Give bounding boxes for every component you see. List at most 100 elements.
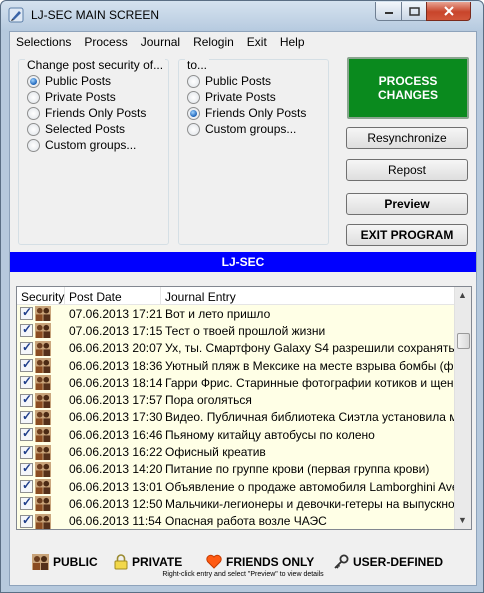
resynchronize-button[interactable]: Resynchronize	[346, 127, 468, 149]
heart-icon	[206, 554, 222, 569]
list-rows: 07.06.2013 17:21Вот и лето пришло07.06.2…	[17, 305, 455, 529]
to-radio-friends[interactable]: Friends Only Posts	[187, 105, 306, 121]
post-date-cell: 06.06.2013 14:20	[69, 462, 163, 477]
radio-button[interactable]	[27, 74, 40, 88]
preview-button[interactable]: Preview	[346, 193, 468, 215]
menu-exit[interactable]: Exit	[241, 32, 274, 51]
to-radio-custom[interactable]: Custom groups...	[187, 121, 296, 137]
list-row[interactable]: 06.06.2013 16:22Офисный креатив	[17, 443, 455, 461]
row-checkbox[interactable]	[20, 461, 33, 476]
radio-label: Public Posts	[45, 74, 112, 88]
main-window: LJ-SEC MAIN SCREEN Selections Process Jo…	[0, 0, 484, 593]
row-checkbox[interactable]	[20, 478, 33, 494]
list-row[interactable]: 07.06.2013 17:15Тест о твоей прошлой жиз…	[17, 322, 455, 340]
radio-label: Public Posts	[205, 74, 272, 88]
row-checkbox[interactable]	[20, 322, 33, 338]
from-radio-selected[interactable]: Selected Posts	[27, 121, 125, 137]
radio-button[interactable]	[187, 122, 200, 136]
list-row[interactable]: 06.06.2013 17:57Пора оголяться	[17, 391, 455, 409]
to-radio-public[interactable]: Public Posts	[187, 73, 271, 89]
from-radio-friends[interactable]: Friends Only Posts	[27, 105, 146, 121]
journal-entry-cell: Питание по группе крови (первая группа к…	[165, 462, 430, 477]
radio-label: Private Posts	[205, 90, 276, 104]
legend-friends-label: FRIENDS ONLY	[226, 554, 315, 569]
radio-button[interactable]	[27, 106, 40, 120]
repost-button[interactable]: Repost	[346, 159, 468, 181]
journal-entry-cell: Объявление о продаже автомобиля Lamborgh…	[165, 479, 455, 494]
journal-entry-cell: Опасная работа возле ЧАЭС	[165, 514, 327, 529]
from-radio-custom[interactable]: Custom groups...	[27, 137, 136, 153]
column-security[interactable]: Security	[17, 287, 65, 304]
post-date-cell: 06.06.2013 18:14	[69, 375, 163, 390]
exit-program-button[interactable]: EXIT PROGRAM	[346, 224, 468, 246]
column-post-date[interactable]: Post Date	[65, 287, 161, 304]
list-row[interactable]: 07.06.2013 17:21Вот и лето пришло	[17, 305, 455, 323]
menu-bar: Selections Process Journal Relogin Exit …	[10, 32, 476, 51]
radio-label: Friends Only Posts	[205, 106, 307, 120]
list-row[interactable]: 06.06.2013 17:30Видео. Публичная библиот…	[17, 408, 455, 427]
column-journal-entry[interactable]: Journal Entry	[161, 287, 455, 304]
menu-relogin[interactable]: Relogin	[187, 32, 241, 51]
minimize-button[interactable]	[375, 2, 402, 21]
list-row[interactable]: 06.06.2013 13:01Объявление о продаже авт…	[17, 477, 455, 496]
security-cell	[17, 513, 65, 529]
journal-entries-list[interactable]: Security Post Date Journal Entry 07.06.2…	[16, 286, 472, 530]
list-row[interactable]: 06.06.2013 14:20Питание по группе крови …	[17, 460, 455, 478]
row-checkbox[interactable]	[20, 444, 33, 459]
vertical-scrollbar[interactable]: ▲ ▼	[454, 287, 471, 529]
row-checkbox[interactable]	[20, 340, 33, 355]
scroll-down-icon[interactable]: ▼	[458, 515, 467, 525]
radio-button[interactable]	[27, 90, 40, 104]
radio-button[interactable]	[187, 90, 200, 104]
people-icon	[35, 358, 51, 374]
list-row[interactable]: 06.06.2013 18:14Гарри Фрис. Старинные фо…	[17, 374, 455, 392]
close-button[interactable]	[426, 2, 471, 21]
row-checkbox[interactable]	[20, 357, 33, 373]
menu-journal[interactable]: Journal	[135, 32, 187, 51]
legend-public: PUBLIC	[32, 554, 98, 570]
radio-button[interactable]	[27, 138, 40, 152]
row-checkbox[interactable]	[20, 513, 33, 528]
row-checkbox[interactable]	[20, 426, 33, 442]
menu-selections[interactable]: Selections	[10, 32, 78, 51]
radio-button[interactable]	[187, 106, 200, 120]
scroll-thumb[interactable]	[457, 333, 470, 349]
menu-process[interactable]: Process	[78, 32, 134, 51]
radio-button[interactable]	[27, 122, 40, 136]
menu-help[interactable]: Help	[274, 32, 312, 51]
security-cell	[17, 340, 65, 356]
to-radio-private[interactable]: Private Posts	[187, 89, 276, 105]
people-icon	[35, 479, 51, 495]
title-bar[interactable]: LJ-SEC MAIN SCREEN	[1, 1, 483, 30]
post-date-cell: 06.06.2013 17:30	[69, 410, 163, 425]
journal-entry-cell: Мальчики-легионеры и девочки-гетеры на в…	[165, 496, 455, 511]
process-changes-button[interactable]: PROCESS CHANGES	[347, 57, 469, 119]
list-row[interactable]: 06.06.2013 11:54Опасная работа возле ЧАЭ…	[17, 512, 455, 529]
row-checkbox[interactable]	[20, 392, 33, 407]
row-checkbox[interactable]	[20, 495, 33, 511]
security-cell	[17, 374, 65, 391]
list-row[interactable]: 06.06.2013 12:50Мальчики-легионеры и дев…	[17, 495, 455, 513]
list-row[interactable]: 06.06.2013 16:46Пьяному китайцу автобусы…	[17, 426, 455, 444]
list-row[interactable]: 06.06.2013 20:07Ух, ты. Смартфону Galaxy…	[17, 339, 455, 357]
post-date-cell: 06.06.2013 16:22	[69, 445, 163, 460]
post-date-cell: 06.06.2013 16:46	[69, 427, 163, 442]
people-icon	[35, 323, 51, 339]
security-cell	[17, 305, 65, 322]
row-checkbox[interactable]	[20, 409, 33, 424]
post-date-cell: 06.06.2013 13:01	[69, 479, 163, 494]
journal-entry-cell: Вот и лето пришло	[165, 306, 271, 321]
row-checkbox[interactable]	[20, 374, 33, 390]
row-checkbox[interactable]	[20, 305, 33, 321]
post-date-cell: 07.06.2013 17:15	[69, 323, 163, 338]
journal-entry-cell: Офисный креатив	[165, 445, 266, 460]
list-row[interactable]: 06.06.2013 18:36Уютный пляж в Мексике на…	[17, 356, 455, 375]
maximize-button[interactable]	[401, 2, 427, 21]
people-icon	[35, 427, 51, 443]
from-radio-private[interactable]: Private Posts	[27, 89, 116, 105]
from-radio-public[interactable]: Public Posts	[27, 73, 111, 89]
window-title: LJ-SEC MAIN SCREEN	[31, 8, 160, 22]
security-cell	[17, 444, 65, 460]
radio-button[interactable]	[187, 74, 200, 88]
scroll-up-icon[interactable]: ▲	[458, 290, 467, 300]
